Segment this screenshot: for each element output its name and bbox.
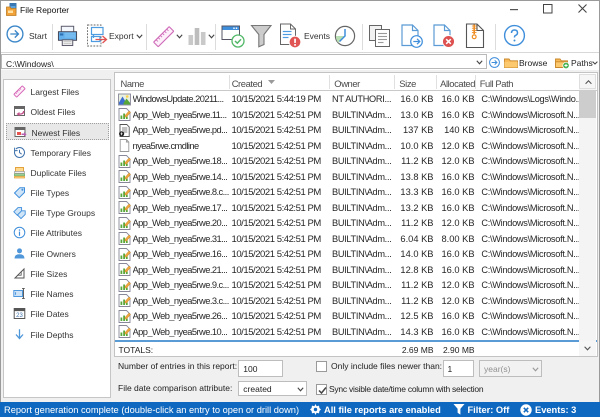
svg-text:23: 23	[16, 313, 23, 319]
